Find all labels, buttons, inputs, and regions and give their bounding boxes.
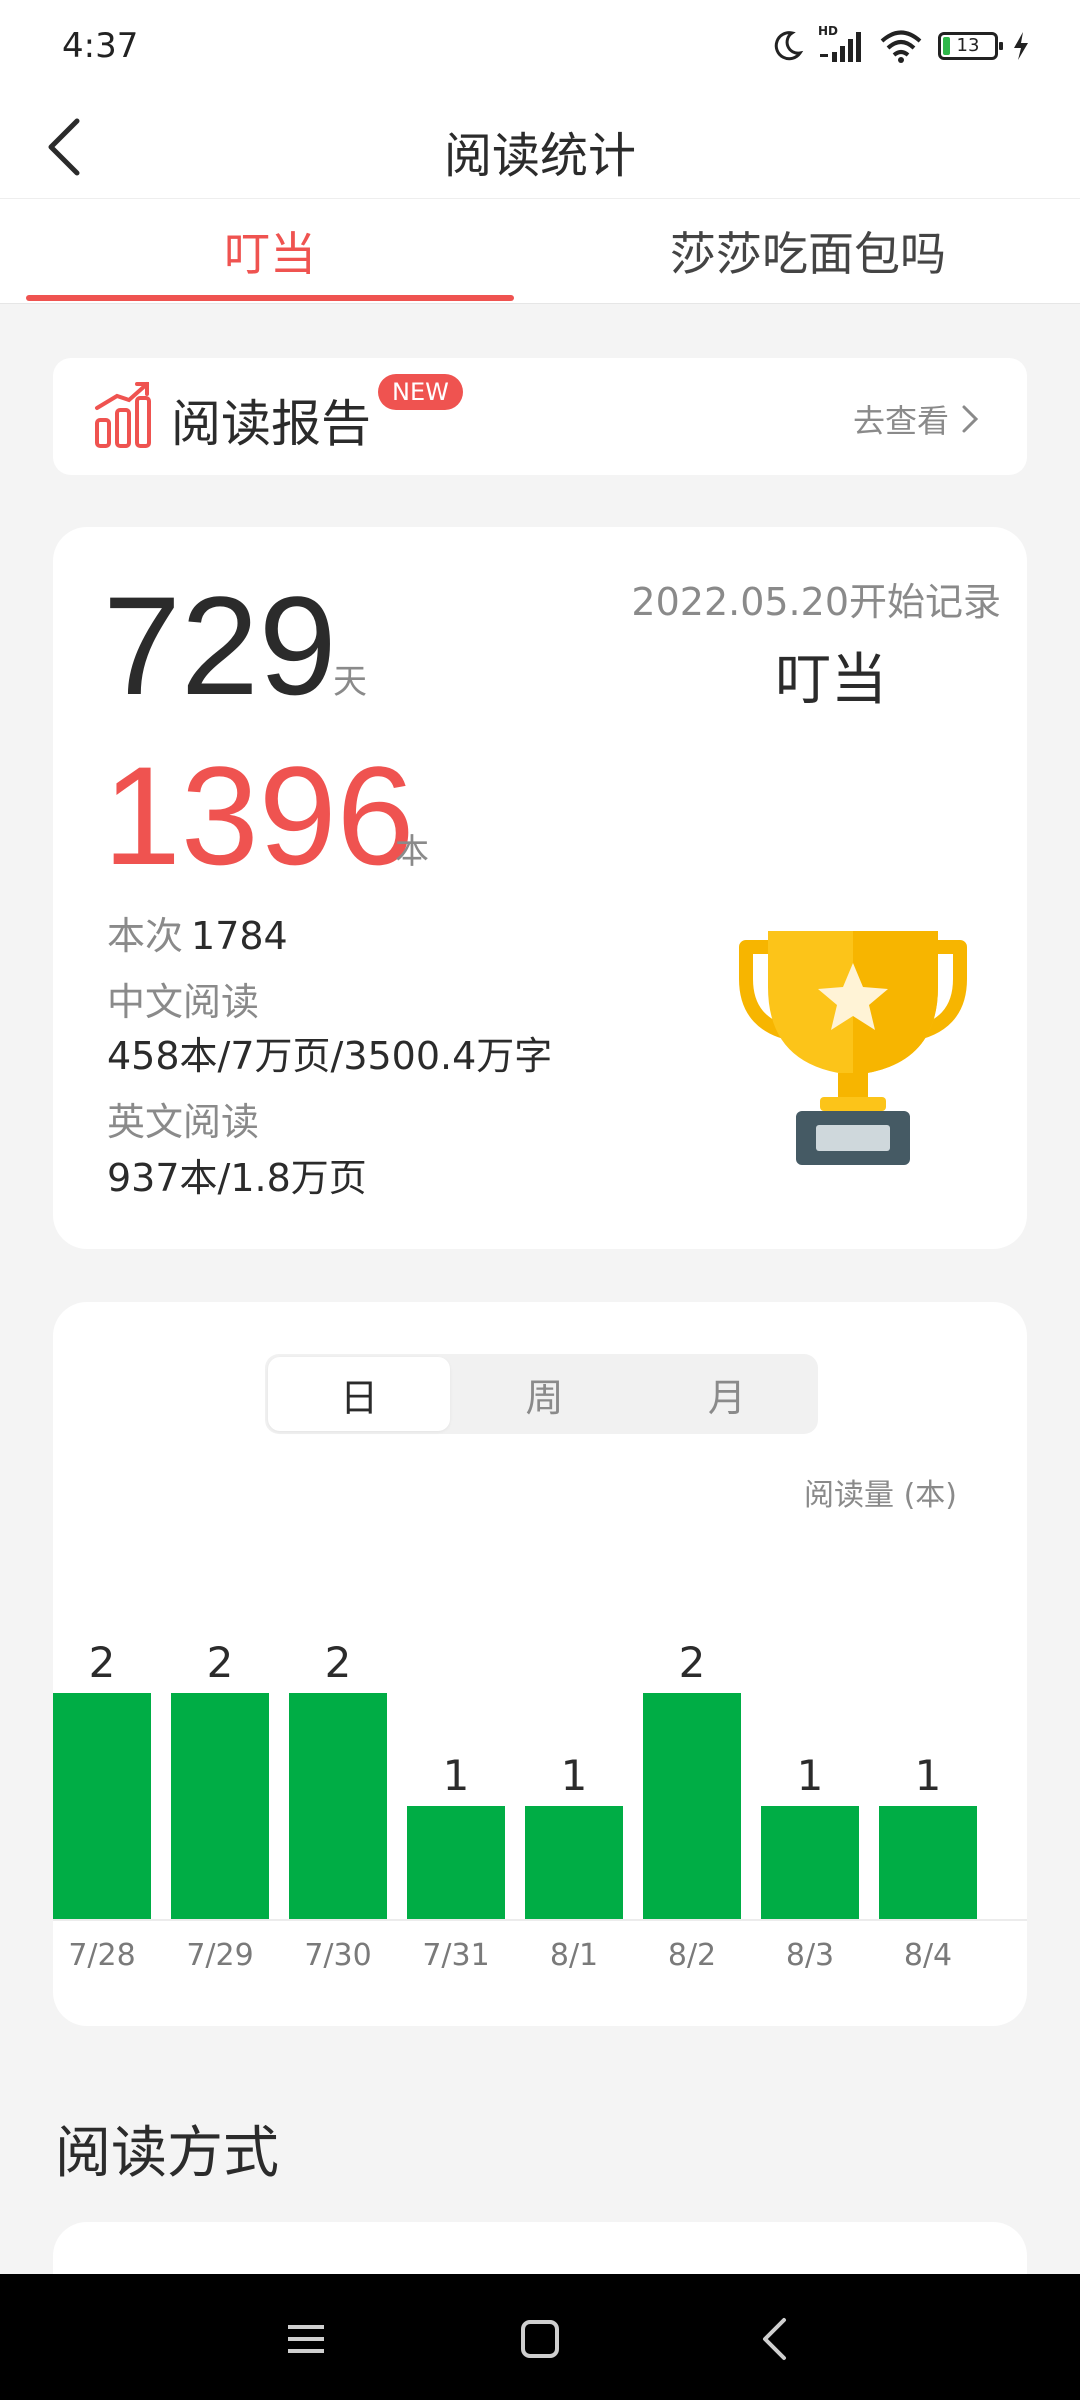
chart-data-label: 1 [797, 1751, 824, 1800]
charging-icon [1014, 32, 1028, 60]
reading-mode-title: 阅读方式 [55, 2121, 279, 2186]
new-badge: NEW [378, 374, 463, 410]
tab-reader-1[interactable]: 叮当 [26, 199, 514, 303]
reader-tabs: 叮当 莎莎吃面包吗 [0, 198, 1080, 304]
chart-bar [643, 1693, 741, 1919]
reading-report-card[interactable]: 阅读报告 NEW 去查看 [53, 358, 1027, 475]
chart-bar [525, 1806, 623, 1919]
page-title: 阅读统计 [443, 128, 636, 184]
chart-data-label: 2 [89, 1638, 116, 1687]
chart-data-label: 1 [915, 1751, 942, 1800]
chinese-reading-value: 458本/7万页/3500.4万字 [107, 1034, 553, 1078]
home-icon [521, 2320, 559, 2358]
menu-button[interactable] [271, 2304, 341, 2374]
moon-icon [774, 31, 804, 61]
chart-tick-label: 7/28 [68, 1938, 135, 1973]
books-unit: 本 [395, 832, 429, 872]
english-reading-value: 937本/1.8万页 [107, 1156, 367, 1200]
reader-name: 叮当 [775, 648, 887, 713]
wifi-icon [880, 30, 922, 63]
english-reading-label: 英文阅读 [107, 1100, 260, 1144]
chart-tick-label: 7/30 [304, 1938, 371, 1973]
battery-icon: 13 [938, 32, 1003, 60]
chart-data-label: 1 [561, 1751, 588, 1800]
chart-tick-label: 7/31 [422, 1938, 489, 1973]
chart-data-label: 1 [443, 1751, 470, 1800]
chart-tick-label: 8/1 [550, 1938, 598, 1973]
battery-level: 13 [956, 35, 980, 56]
status-bar: 4:37 HD 13 [0, 0, 1080, 96]
chevron-right-icon [962, 405, 979, 433]
view-report-link[interactable]: 去查看 [853, 396, 979, 442]
chart-bar [761, 1806, 859, 1919]
back-arrow-icon [763, 2318, 786, 2360]
status-time: 4:37 [62, 26, 139, 66]
chart-bar [407, 1806, 505, 1919]
days-count: 729 [103, 567, 337, 724]
chinese-reading-label: 中文阅读 [107, 980, 260, 1024]
session-value: 1784 [191, 914, 288, 958]
bar-chart-icon [95, 382, 151, 448]
view-report-label: 去查看 [852, 402, 949, 440]
chart-bar [289, 1693, 387, 1919]
menu-icon [288, 2325, 324, 2353]
reading-chart-card: 日 周 月 阅读量 (本) 2 7/28 2 7/29 2 7/30 1 7/31 1 8/1 2 8… [53, 1302, 1027, 2026]
reading-stats-card: 729 天 2022.05.20开始记录 叮当 1396 本 本次 1784 中文… [53, 527, 1027, 1249]
chart-bar [171, 1693, 269, 1919]
trophy-icon [739, 931, 967, 1165]
tab-indicator [26, 295, 514, 301]
status-icons: HD 13 [770, 24, 1030, 64]
chart-tick-label: 8/3 [786, 1938, 834, 1973]
days-unit: 天 [333, 662, 367, 702]
signal-icon: HD [818, 24, 864, 64]
home-button[interactable] [505, 2304, 575, 2374]
session-row: 本次 1784 [107, 905, 288, 960]
system-nav-bar [0, 2274, 1080, 2400]
chart-tick-label: 8/2 [668, 1938, 716, 1973]
tab-reader-2[interactable]: 莎莎吃面包吗 [560, 199, 1056, 303]
chart-bar [879, 1806, 977, 1919]
chart-data-label: 2 [207, 1638, 234, 1687]
report-title: 阅读报告 [171, 395, 371, 453]
session-label: 本次 [107, 914, 184, 958]
chart-tick-label: 7/29 [186, 1938, 253, 1973]
app-header: 阅读统计 [0, 96, 1080, 198]
chart-data-label: 2 [325, 1638, 352, 1687]
chart-data-label: 2 [679, 1638, 706, 1687]
books-count: 1396 [103, 737, 415, 894]
record-start-date: 2022.05.20开始记录 [631, 580, 1001, 624]
chart-tick-label: 8/4 [904, 1938, 952, 1973]
system-back-button[interactable] [739, 2304, 809, 2374]
bar-chart: 2 7/28 2 7/29 2 7/30 1 7/31 1 8/1 2 8/2 1 8/3 1 8/4 [53, 1638, 1027, 1973]
chart-bar [53, 1693, 151, 1919]
